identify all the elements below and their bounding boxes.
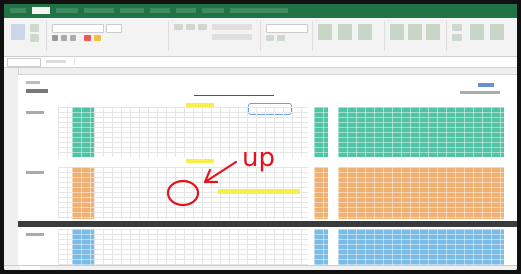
format-cells-icon[interactable]	[426, 24, 440, 40]
copy-icon[interactable]	[30, 34, 39, 42]
section3-blue-col	[72, 229, 94, 265]
section1-yellow-highlight	[186, 159, 214, 163]
name-box[interactable]	[7, 58, 41, 67]
excel-window: up	[4, 4, 517, 270]
fill-color-icon[interactable]	[94, 35, 101, 41]
section3-blue-block	[338, 229, 504, 265]
formula-bar	[4, 57, 517, 68]
row-header-bar	[4, 68, 19, 270]
section2-orange-block	[338, 167, 504, 219]
section3-blue-sep	[314, 229, 328, 265]
font-size-select[interactable]	[106, 24, 122, 33]
section2-label	[26, 171, 44, 174]
percent-icon[interactable]	[277, 35, 285, 41]
handwritten-title-mark	[194, 87, 274, 96]
insert-cells-icon[interactable]	[390, 24, 404, 40]
separator-dark-band	[18, 221, 517, 227]
bold-icon[interactable]	[52, 35, 58, 41]
align-top-icon[interactable]	[174, 24, 183, 30]
sheet-tab-bar	[4, 265, 517, 270]
top-right-link[interactable]	[478, 83, 494, 87]
align-middle-icon[interactable]	[186, 24, 195, 30]
alignment-group	[170, 21, 261, 51]
screenshot-frame: up	[0, 0, 521, 274]
top-right-date	[460, 91, 500, 94]
format-as-table-icon[interactable]	[338, 24, 352, 40]
formula-input[interactable]	[74, 58, 515, 65]
ribbon-tab-placeholders	[4, 4, 517, 18]
cut-icon[interactable]	[30, 24, 39, 32]
cells-group	[386, 21, 447, 51]
section1-label	[26, 111, 44, 114]
italic-icon[interactable]	[61, 35, 67, 41]
number-format-select[interactable]	[266, 24, 308, 33]
column-header-bar	[18, 68, 517, 75]
find-select-icon[interactable]	[490, 24, 504, 40]
number-group	[262, 21, 313, 51]
conditional-format-icon[interactable]	[318, 24, 332, 40]
delete-cells-icon[interactable]	[408, 24, 422, 40]
ribbon-tab-bar	[4, 4, 517, 18]
ribbon	[4, 18, 517, 57]
underline-icon[interactable]	[70, 35, 76, 41]
section3-label	[26, 233, 44, 236]
section1-teal-col	[72, 107, 94, 157]
editing-group	[448, 21, 514, 51]
align-bottom-icon[interactable]	[198, 24, 207, 30]
font-name-select[interactable]	[52, 24, 104, 33]
currency-icon[interactable]	[266, 35, 274, 41]
worksheet	[18, 75, 517, 265]
sheet-tab[interactable]	[20, 266, 40, 270]
formula-bar-buttons[interactable]	[46, 60, 66, 63]
header-small-label	[26, 81, 40, 84]
section2-orange-col	[72, 167, 94, 219]
clipboard-group	[6, 21, 47, 51]
cell-styles-icon[interactable]	[358, 24, 372, 40]
font-color-icon[interactable]	[84, 35, 91, 41]
section1-teal-block	[338, 107, 504, 157]
wrap-text-button[interactable]	[212, 24, 252, 30]
sort-filter-icon[interactable]	[470, 24, 484, 40]
styles-group	[314, 21, 385, 51]
merge-center-button[interactable]	[212, 34, 252, 40]
section2-orange-sep	[314, 167, 328, 219]
section1-grid	[58, 107, 308, 157]
section2-yellow-highlight	[218, 189, 300, 194]
autosum-icon[interactable]	[452, 24, 462, 31]
sheet-title-block	[26, 89, 48, 93]
fill-icon[interactable]	[452, 34, 462, 41]
section3-grid	[58, 229, 308, 265]
section1-teal-sep	[314, 107, 328, 157]
font-group	[48, 21, 169, 51]
paste-icon[interactable]	[11, 24, 25, 40]
